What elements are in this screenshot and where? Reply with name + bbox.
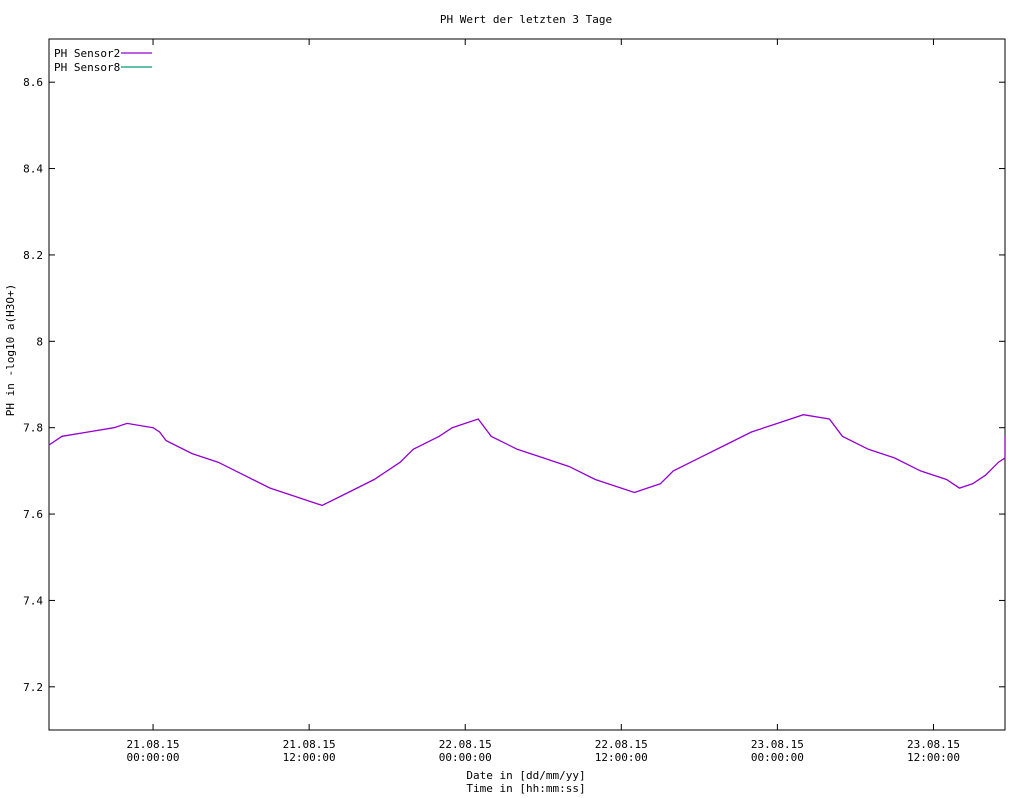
y-tick-label: 7.6 — [23, 508, 43, 521]
y-tick-label: 8.2 — [23, 249, 43, 262]
y-tick-label: 8.6 — [23, 76, 43, 89]
x-axis-label-date: Date in [dd/mm/yy] — [466, 769, 585, 782]
y-tick-label: 7.2 — [23, 681, 43, 694]
y-tick-label: 7.4 — [23, 594, 43, 607]
series-group — [48, 414, 1006, 507]
x-axis-label-time: Time in [hh:mm:ss] — [466, 782, 585, 795]
y-tick-label: 8.4 — [23, 163, 43, 176]
y-axis-label: PH in -log10 a(H3O+) — [4, 284, 17, 416]
y-axis: 7.2 7.4 7.6 7.8 8 8.2 8.4 8.6 — [23, 76, 1005, 694]
x-tick-label-date: 23.08.15 — [751, 738, 804, 751]
x-tick-label-date: 22.08.15 — [595, 738, 648, 751]
legend-label: PH Sensor2 — [54, 47, 120, 60]
x-tick-label-date: 21.08.15 — [283, 738, 336, 751]
x-tick-label-time: 00:00:00 — [127, 751, 180, 764]
x-axis: 21.08.1500:00:0021.08.1512:00:0022.08.15… — [127, 39, 960, 764]
ph-chart: PH Wert der letzten 3 Tage 7.2 7.4 7.6 7.8 8… — [4, 13, 1006, 795]
x-tick-label-time: 00:00:00 — [751, 751, 804, 764]
y-tick-label: 7.8 — [23, 422, 43, 435]
legend: PH Sensor2PH Sensor8 — [54, 47, 152, 74]
chart-title: PH Wert der letzten 3 Tage — [440, 13, 612, 26]
x-tick-label-time: 12:00:00 — [595, 751, 648, 764]
legend-label: PH Sensor8 — [54, 61, 120, 74]
series-line-ph-sensor2 — [48, 414, 1006, 507]
x-tick-label-date: 22.08.15 — [439, 738, 492, 751]
y-tick-label: 8 — [36, 335, 43, 348]
x-tick-label-date: 23.08.15 — [907, 738, 960, 751]
x-tick-label-time: 00:00:00 — [439, 751, 492, 764]
x-tick-label-date: 21.08.15 — [127, 738, 180, 751]
plot-frame — [48, 38, 1006, 731]
x-tick-label-time: 12:00:00 — [283, 751, 336, 764]
x-tick-label-time: 12:00:00 — [907, 751, 960, 764]
